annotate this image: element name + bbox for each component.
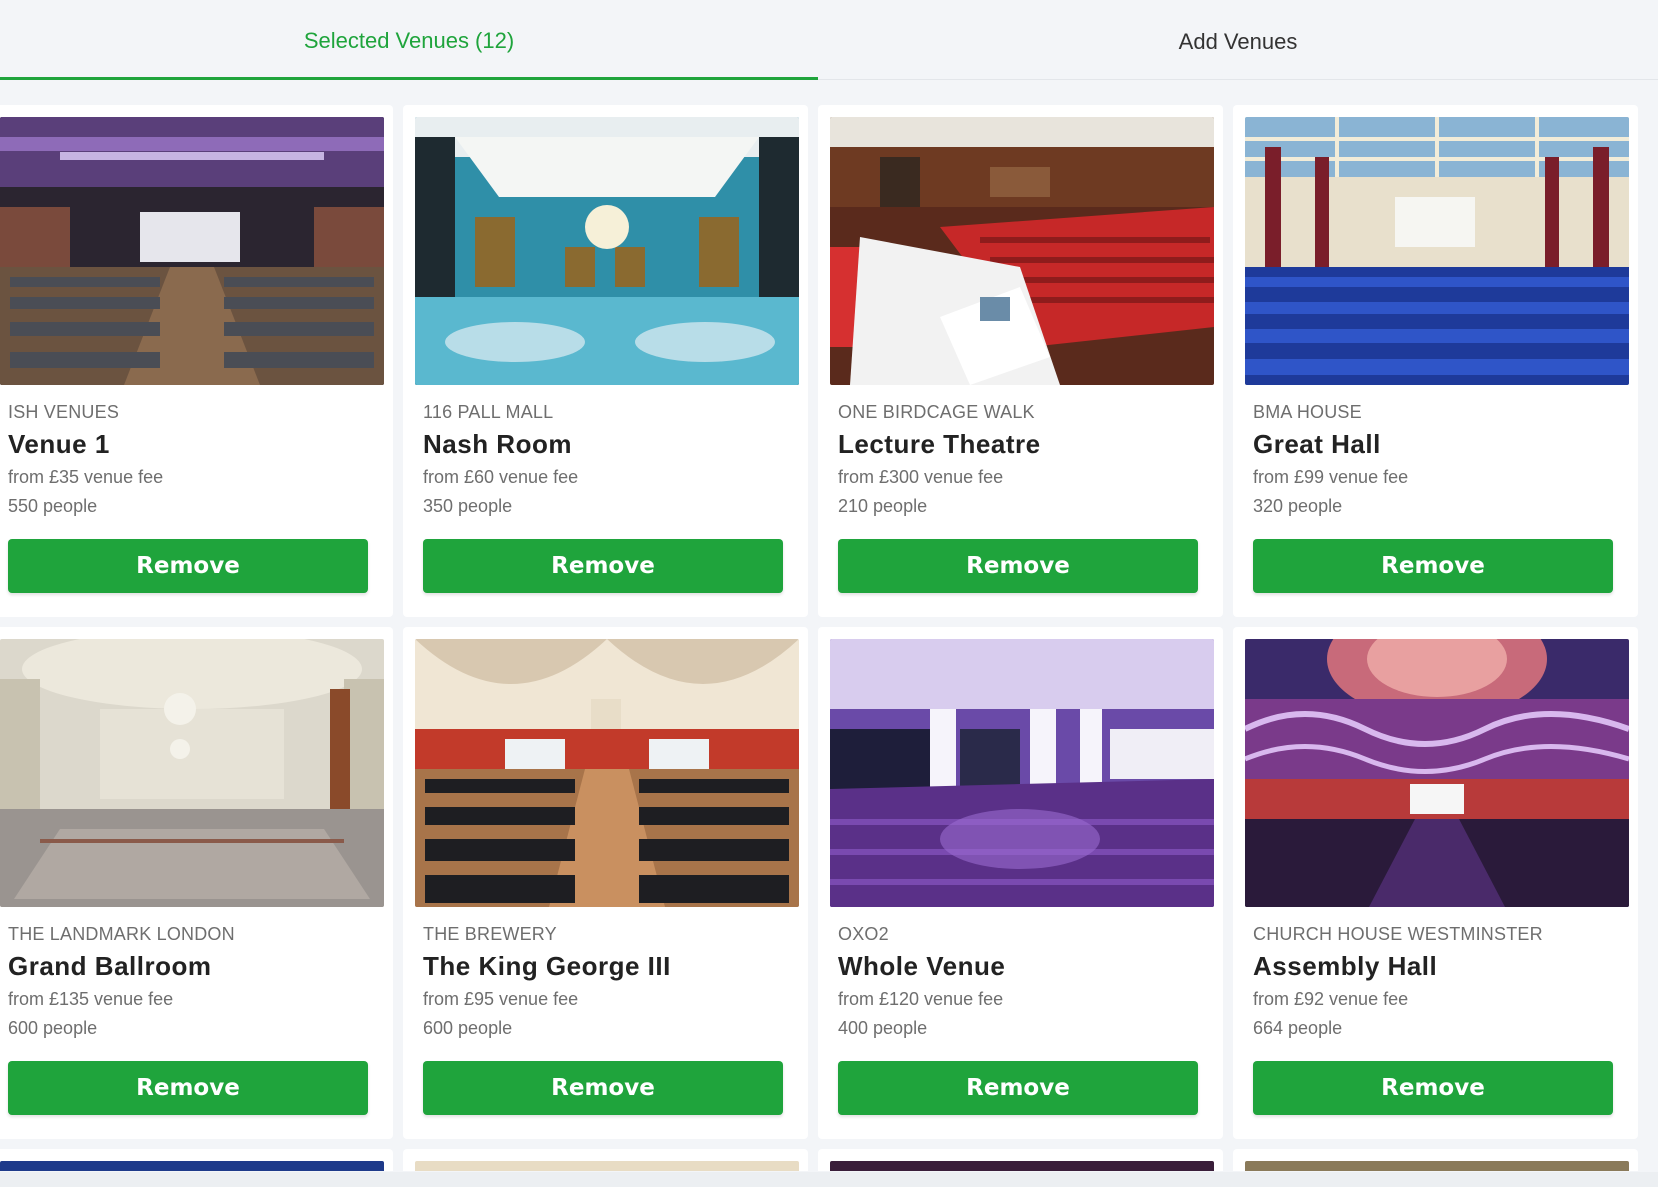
venue-photo[interactable] (0, 1161, 384, 1171)
venue-card (0, 1149, 393, 1171)
venue-grid: ISH VENUES Venue 1 from £35 venue fee 55… (0, 105, 1658, 1171)
venue-card (403, 1149, 808, 1171)
venue-photo[interactable] (0, 117, 384, 385)
venue-capacity: 320 people (1253, 496, 1343, 516)
venue-capacity: 550 people (8, 496, 98, 516)
venue-photo[interactable] (830, 1161, 1214, 1171)
venue-card (818, 1149, 1223, 1171)
venue-name[interactable]: Great Hall (1253, 429, 1618, 459)
venue-fee: from £95 venue fee (423, 989, 579, 1009)
remove-button[interactable]: Remove (423, 539, 783, 593)
venue-group: BMA HOUSE (1253, 402, 1362, 422)
venue-card: THE LANDMARK LONDON Grand Ballroom from … (0, 627, 393, 1139)
venue-fee: from £99 venue fee (1253, 467, 1409, 487)
venue-photo[interactable] (415, 639, 799, 907)
venue-fee: from £135 venue fee (8, 989, 174, 1009)
venue-name[interactable]: Lecture Theatre (838, 429, 1203, 459)
venue-info: BMA HOUSE Great Hall from £99 venue fee … (1245, 385, 1626, 517)
venue-photo[interactable] (415, 1161, 799, 1171)
venue-card: OXO2 Whole Venue from £120 venue fee 400… (818, 627, 1223, 1139)
remove-button[interactable]: Remove (423, 1061, 783, 1115)
venue-name[interactable]: Assembly Hall (1253, 951, 1618, 981)
venue-photo[interactable] (415, 117, 799, 385)
venue-capacity: 400 people (838, 1018, 928, 1038)
venue-info: ISH VENUES Venue 1 from £35 venue fee 55… (0, 385, 381, 517)
remove-button[interactable]: Remove (8, 539, 368, 593)
venue-fee: from £120 venue fee (838, 989, 1004, 1009)
venue-group: THE BREWERY (423, 924, 557, 944)
venue-group: CHURCH HOUSE WESTMINSTER (1253, 924, 1543, 944)
venue-photo[interactable] (830, 639, 1214, 907)
venue-capacity: 350 people (423, 496, 513, 516)
venue-photo[interactable] (1245, 639, 1629, 907)
venue-info: 116 PALL MALL Nash Room from £60 venue f… (415, 385, 796, 517)
venue-group: THE LANDMARK LONDON (8, 924, 235, 944)
venue-capacity: 664 people (1253, 1018, 1343, 1038)
venue-photo[interactable] (1245, 1161, 1629, 1171)
remove-button[interactable]: Remove (838, 1061, 1198, 1115)
venue-card: ISH VENUES Venue 1 from £35 venue fee 55… (0, 105, 393, 617)
venue-name[interactable]: Venue 1 (8, 429, 373, 459)
venue-info: CHURCH HOUSE WESTMINSTER Assembly Hall f… (1245, 907, 1626, 1039)
venue-group: ONE BIRDCAGE WALK (838, 402, 1035, 422)
venue-tabs: Selected Venues (12) Add Venues (0, 0, 1658, 80)
venue-card: 116 PALL MALL Nash Room from £60 venue f… (403, 105, 808, 617)
tab-add-venues[interactable]: Add Venues (818, 0, 1658, 80)
venue-fee: from £300 venue fee (838, 467, 1004, 487)
venue-card: CHURCH HOUSE WESTMINSTER Assembly Hall f… (1233, 627, 1638, 1139)
venue-group: OXO2 (838, 924, 889, 944)
tab-selected-venues[interactable]: Selected Venues (12) (0, 0, 818, 80)
venue-info: OXO2 Whole Venue from £120 venue fee 400… (830, 907, 1211, 1039)
venue-photo[interactable] (830, 117, 1214, 385)
venue-info: THE LANDMARK LONDON Grand Ballroom from … (0, 907, 381, 1039)
venue-name[interactable]: Whole Venue (838, 951, 1203, 981)
venue-card (1233, 1149, 1638, 1171)
venue-capacity: 600 people (8, 1018, 98, 1038)
venue-card: THE BREWERY The King George III from £95… (403, 627, 808, 1139)
venue-photo[interactable] (0, 639, 384, 907)
remove-button[interactable]: Remove (1253, 539, 1613, 593)
venue-info: THE BREWERY The King George III from £95… (415, 907, 796, 1039)
venue-fee: from £35 venue fee (8, 467, 164, 487)
remove-button[interactable]: Remove (838, 539, 1198, 593)
venue-photo[interactable] (1245, 117, 1629, 385)
remove-button[interactable]: Remove (1253, 1061, 1613, 1115)
venue-group: ISH VENUES (8, 402, 120, 422)
venue-card: ONE BIRDCAGE WALK Lecture Theatre from £… (818, 105, 1223, 617)
venue-fee: from £92 venue fee (1253, 989, 1409, 1009)
venue-name[interactable]: Nash Room (423, 429, 788, 459)
venue-info: ONE BIRDCAGE WALK Lecture Theatre from £… (830, 385, 1211, 517)
page-bottom-band (0, 1172, 1658, 1187)
venue-name[interactable]: Grand Ballroom (8, 951, 373, 981)
venue-capacity: 210 people (838, 496, 928, 516)
venue-group: 116 PALL MALL (423, 402, 554, 422)
venue-fee: from £60 venue fee (423, 467, 579, 487)
venue-name[interactable]: The King George III (423, 951, 788, 981)
remove-button[interactable]: Remove (8, 1061, 368, 1115)
venue-capacity: 600 people (423, 1018, 513, 1038)
venue-card: BMA HOUSE Great Hall from £99 venue fee … (1233, 105, 1638, 617)
